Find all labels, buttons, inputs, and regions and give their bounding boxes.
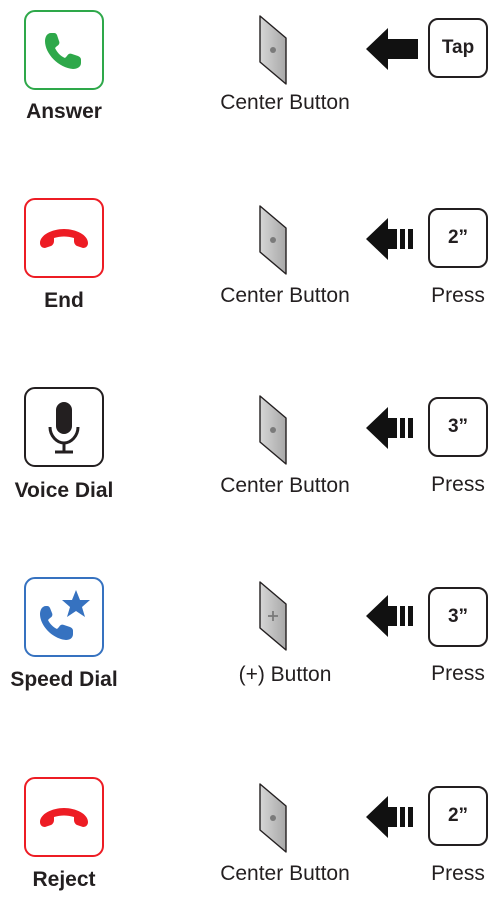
press-label-voice-dial: Press [431, 473, 485, 496]
speed-dial-icon-box [24, 577, 104, 657]
button-label-answer: Center Button [220, 91, 350, 114]
press-label-speed-dial: Press [431, 662, 485, 685]
phone-star-icon [40, 590, 90, 640]
button-label-voice-dial: Center Button [220, 474, 350, 497]
key-duration: 3” [428, 587, 488, 647]
hold-arrow-icon [364, 593, 420, 639]
plus-button-device [258, 580, 290, 652]
key-duration: 2” [428, 208, 488, 268]
button-label-reject: Center Button [220, 862, 350, 885]
solid-arrow-icon [364, 26, 420, 72]
action-label-reject: Reject [32, 868, 96, 891]
phone-answer-icon [45, 33, 81, 69]
hold-arrow-icon [364, 794, 420, 840]
answer-icon-box [24, 10, 104, 90]
microphone-icon [48, 402, 80, 454]
key-duration: 3” [428, 397, 488, 457]
center-button-device [258, 394, 290, 466]
button-label-speed-dial: (+) Button [238, 663, 332, 686]
key-tap: Tap [428, 18, 488, 78]
center-button-device [258, 204, 290, 276]
press-label-reject: Press [431, 862, 485, 885]
hold-arrow-icon [364, 216, 420, 262]
hold-arrow-icon [364, 405, 420, 451]
phone-hangup-icon [40, 808, 88, 827]
action-label-answer: Answer [26, 100, 102, 123]
press-label-end: Press [431, 284, 485, 307]
center-button-device [258, 782, 290, 854]
center-button-device [258, 14, 290, 86]
end-icon-box [24, 198, 104, 278]
key-duration: 2” [428, 786, 488, 846]
action-label-voice-dial: Voice Dial [14, 479, 114, 502]
reject-icon-box [24, 777, 104, 857]
action-label-speed-dial: Speed Dial [10, 668, 118, 691]
phone-hangup-icon [40, 229, 88, 248]
button-label-end: Center Button [220, 284, 350, 307]
action-label-end: End [44, 289, 84, 312]
voice-dial-icon-box [24, 387, 104, 467]
